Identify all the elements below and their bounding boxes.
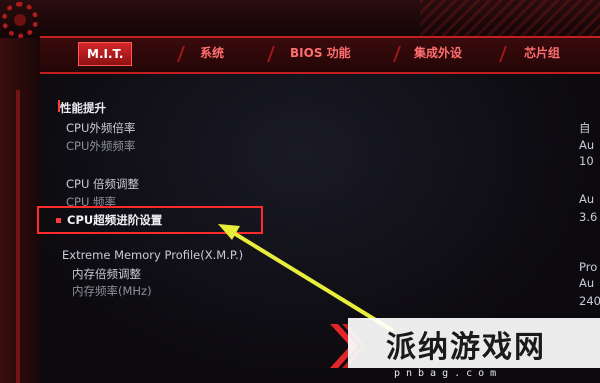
watermark-subtitle: pnbag.com [394, 368, 503, 379]
watermark-title: 派纳游戏网 [386, 330, 546, 365]
bios-screen: M.I.T. 系统 BIOS 功能 集成外设 芯片组 性能提升 CPU外频倍率 … [0, 0, 600, 383]
arrow-head-icon [218, 224, 240, 240]
watermark: 派纳游戏网 pnbag.com [322, 312, 600, 383]
